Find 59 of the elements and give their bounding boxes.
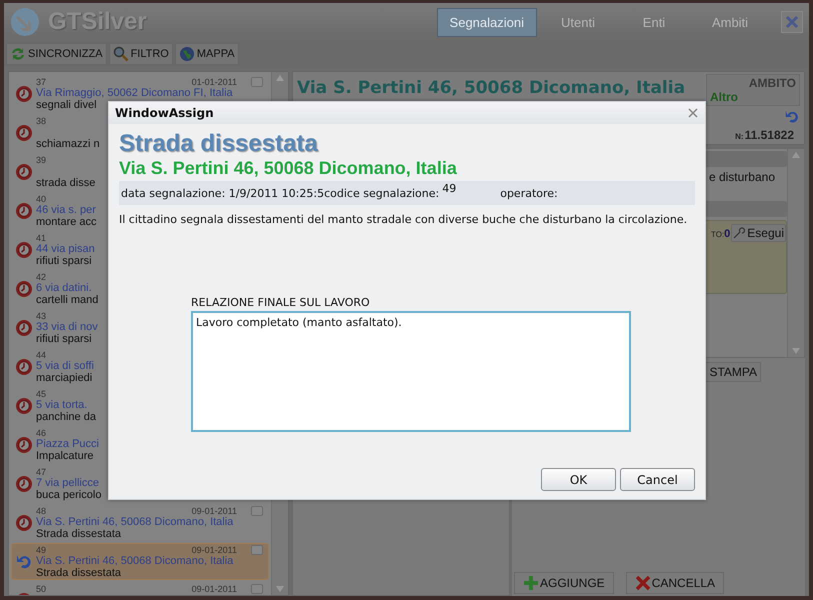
item-address: 5 via torta. — [36, 399, 88, 411]
item-number: 45 — [36, 388, 46, 398]
item-address: 5 via di soffi — [36, 360, 94, 372]
item-description: Impalcature — [36, 450, 94, 462]
item-number: 42 — [36, 272, 46, 282]
item-description: panchine da — [36, 411, 96, 423]
report-label: RELAZIONE FINALE SUL LAVORO — [191, 296, 371, 309]
item-number: 41 — [36, 232, 46, 242]
item-number: 39 — [36, 154, 46, 164]
item-description: strada disse — [36, 177, 96, 189]
count-label: TO: — [710, 230, 724, 239]
item-address: 44 via pisan — [36, 243, 95, 255]
item-date: 01-01-2011 — [192, 76, 237, 86]
item-address: 46 via s. per — [36, 204, 96, 216]
date-value: 1/9/2011 10:25:5 — [228, 186, 324, 200]
item-description: Strada dissestata — [36, 567, 121, 579]
item-address: 33 via di nov — [36, 321, 98, 333]
item-number: 47 — [36, 466, 46, 476]
code-label: codice segnalazione: — [324, 186, 440, 200]
item-description: cartelli mand — [36, 294, 98, 306]
count-value: 0 — [724, 228, 730, 240]
item-description: montare acc — [36, 216, 97, 228]
detail-address: Via S. Pertini 46, 50068 Dicomano, Italia — [297, 77, 686, 98]
item-number: 40 — [36, 194, 46, 204]
item-date: 09-01-2011 — [192, 584, 237, 594]
coord-value: 11.51822 — [744, 128, 794, 142]
item-number: 37 — [36, 76, 46, 86]
ambito-box: AMBITO Altro — [706, 74, 800, 106]
item-address: Via S. Pertini 46, 50068 Dicomano, Italia — [36, 555, 234, 567]
item-number: 48 — [36, 506, 46, 516]
item-number: 43 — [36, 310, 46, 320]
date-label: data segnalazione: — [121, 186, 226, 200]
description-text: e disturbano — [708, 170, 775, 186]
operator-label: operatore: — [500, 186, 558, 200]
item-date: 09-01-2011 — [192, 506, 237, 516]
item-number: 49 — [36, 544, 46, 554]
item-address: Via S. Pertini 46, 50068 Dicomano, Italia — [36, 516, 234, 528]
item-description: rifiuti sparsi — [36, 333, 92, 345]
item-description: marciapiedi — [36, 372, 92, 384]
dialog-heading: Strada dissestata — [119, 130, 318, 158]
item-number: 38 — [36, 116, 46, 126]
item-address: Via Rimaggio, 50062 Dicomano FI, Italia — [36, 87, 233, 99]
item-description: schiamazzi n — [36, 138, 100, 150]
item-description: rifiuti sparsi — [36, 255, 92, 267]
item-number: 44 — [36, 350, 46, 360]
code-value: 49 — [442, 182, 456, 195]
dialog-description: Il cittadino segnala dissestamenti del manto stradale con diverse buche che disturbano la circolazione. — [119, 213, 688, 226]
item-date: 09-01-2011 — [192, 544, 237, 554]
item-address: Piazza Pucci — [36, 438, 99, 450]
item-description: buca pericolo — [36, 489, 102, 501]
item-description: Strada dissestata — [36, 528, 121, 540]
coord-label: N: — [735, 132, 744, 141]
item-address: 6 via datini. — [36, 282, 92, 294]
item-number: 46 — [36, 428, 46, 438]
dialog-address: Via S. Pertini 46, 50068 Dicomano, Italia — [119, 158, 457, 179]
item-number: 50 — [36, 584, 46, 594]
item-description: segnali divel — [36, 99, 97, 111]
item-address: 7 via pellicce — [36, 477, 99, 489]
dialog-title: WindowAssign — [115, 106, 214, 120]
